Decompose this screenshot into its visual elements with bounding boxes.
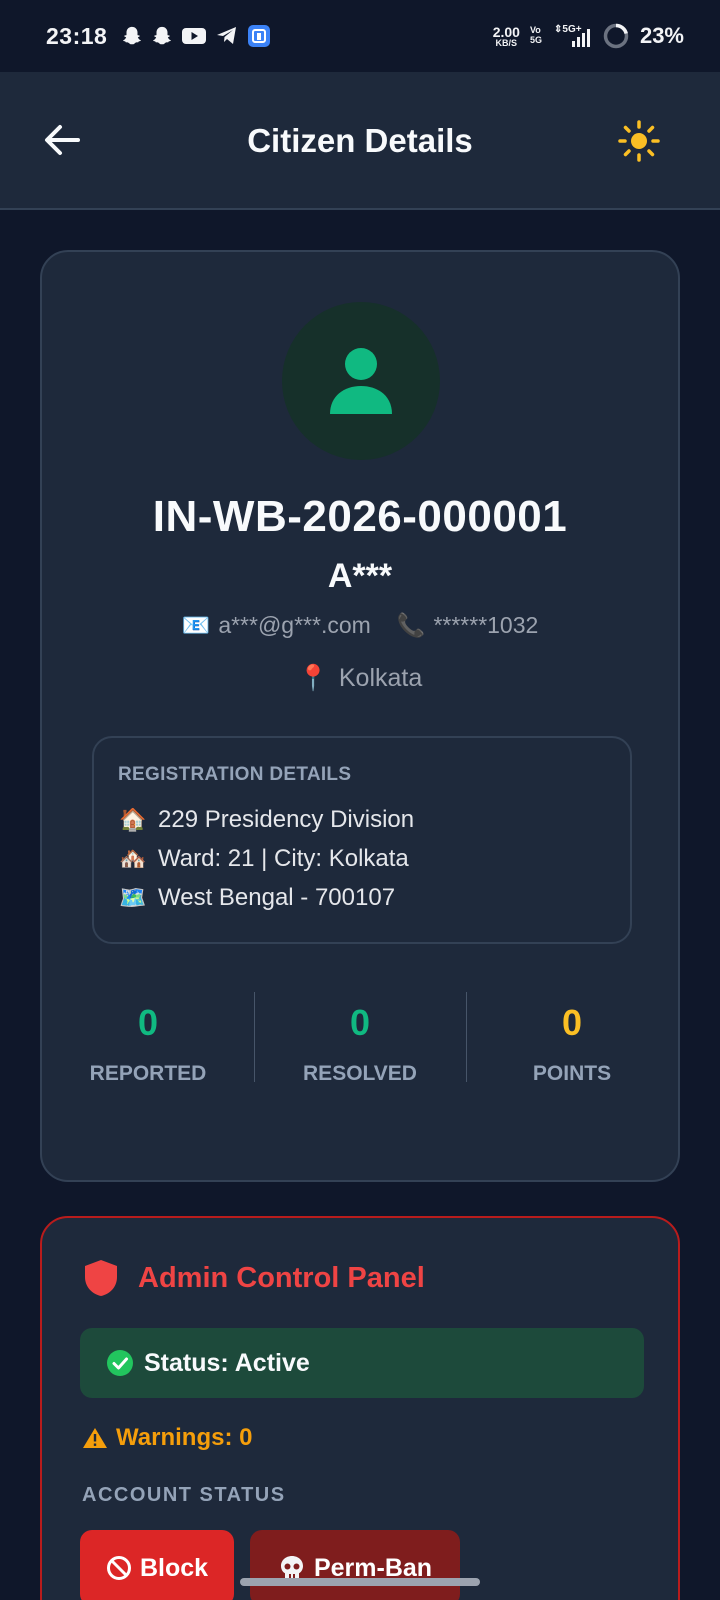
contact-row: 📧 a***@g***.com 📞 ******1032	[42, 612, 678, 639]
action-row: Block Perm-Ban	[80, 1530, 460, 1600]
status-left: 23:18	[46, 23, 271, 50]
block-label: Block	[139, 1553, 209, 1582]
ward-city-text: Ward: 21 | City: Kolkata	[158, 844, 409, 872]
check-circle-icon	[107, 1350, 133, 1376]
user-icon	[330, 348, 392, 414]
status-right: 2.00 KB/S Vo 5G ⇕5G+ 23%	[493, 22, 684, 50]
phone-icon: 📞	[396, 612, 426, 638]
city-text: Kolkata	[338, 664, 423, 692]
admin-header: Admin Control Panel	[82, 1258, 425, 1298]
citizen-id: IN-WB-2026-000001	[152, 492, 568, 541]
citizen-name: A***	[327, 557, 393, 595]
stat-label: REPORTED	[89, 1062, 207, 1085]
phone-item: 📞 ******1032	[397, 612, 539, 639]
stat-reported: 0 REPORTED	[42, 992, 254, 1085]
email-text: a***@g***.com	[218, 612, 371, 638]
account-status-label: ACCOUNT STATUS	[82, 1484, 286, 1506]
location-row: 📍 Kolkata	[42, 664, 678, 693]
registration-details-box: REGISTRATION DETAILS 🏠 229 Presidency Di…	[92, 736, 632, 944]
address-text: 229 Presidency Division	[158, 805, 415, 833]
shield-icon	[85, 1260, 117, 1296]
theme-toggle-button[interactable]	[614, 116, 664, 166]
registration-line: 🏠 229 Presidency Division	[118, 800, 606, 839]
volte-bottom: 5G	[529, 35, 542, 45]
email-icon: 📧	[181, 612, 211, 638]
stat-value: 0	[561, 1002, 583, 1043]
warning-icon	[83, 1428, 107, 1448]
page-title: Citizen Details	[247, 122, 473, 159]
profile-card: IN-WB-2026-000001 A*** 📧 a***@g***.com 📞…	[40, 250, 680, 1182]
warnings-count: Warnings: 0	[82, 1424, 252, 1452]
registration-line: 🗺️ West Bengal - 700107	[118, 878, 606, 917]
stat-resolved: 0 RESOLVED	[254, 992, 466, 1085]
stats-row: 0 REPORTED 0 RESOLVED 0 POINTS	[42, 992, 678, 1085]
sun-icon	[618, 120, 660, 162]
warnings-text: Warnings: 0	[116, 1424, 253, 1451]
perm-ban-button[interactable]: Perm-Ban	[250, 1530, 460, 1600]
network-speed: 2.00 KB/S	[493, 25, 520, 48]
snapchat-icon	[153, 26, 172, 45]
admin-control-panel: Admin Control Panel Status: Active Warni…	[40, 1216, 680, 1600]
block-button[interactable]: Block	[80, 1530, 234, 1600]
state-pin-text: West Bengal - 700107	[158, 883, 396, 911]
admin-title: Admin Control Panel	[138, 1261, 425, 1294]
network-speed-unit: KB/S	[495, 37, 518, 48]
stat-label: POINTS	[532, 1062, 612, 1085]
status-text: Status: Active	[144, 1348, 310, 1377]
app-icon	[248, 25, 271, 47]
battery-percent: 23%	[639, 23, 684, 48]
stat-value: 0	[137, 1002, 159, 1043]
svg-text:⇕5G+: ⇕5G+	[554, 24, 582, 35]
prohibited-icon	[106, 1556, 131, 1580]
stat-value: 0	[349, 1002, 371, 1043]
clock: 23:18	[46, 22, 108, 49]
email-item: 📧 a***@g***.com	[182, 612, 371, 639]
houses-icon: 🏘️	[119, 845, 147, 871]
network-speed-value: 2.00	[492, 23, 520, 40]
signal-icon: ⇕5G+	[554, 24, 590, 47]
pin-icon: 📍	[297, 664, 329, 692]
youtube-icon	[182, 28, 207, 44]
battery-ring-icon	[603, 23, 629, 49]
snapchat-icon	[123, 26, 142, 45]
registration-title: REGISTRATION DETAILS	[118, 764, 352, 785]
status-bar: 23:18 2.00 KB/S Vo 5G ⇕5G+ 23%	[0, 0, 720, 72]
home-indicator[interactable]	[240, 1578, 480, 1586]
telegram-icon	[217, 27, 237, 44]
map-icon: 🗺️	[119, 884, 147, 910]
registration-line: 🏘️ Ward: 21 | City: Kolkata	[118, 839, 606, 878]
volte-indicator: Vo 5G	[529, 25, 542, 46]
status-badge: Status: Active	[80, 1328, 644, 1398]
stat-label: RESOLVED	[303, 1062, 417, 1085]
phone-text: ******1032	[433, 612, 539, 638]
app-header: Citizen Details	[0, 72, 720, 210]
notification-icons	[121, 24, 271, 48]
house-icon: 🏠	[119, 806, 147, 832]
avatar	[282, 302, 440, 460]
stat-points: 0 POINTS	[466, 992, 678, 1085]
